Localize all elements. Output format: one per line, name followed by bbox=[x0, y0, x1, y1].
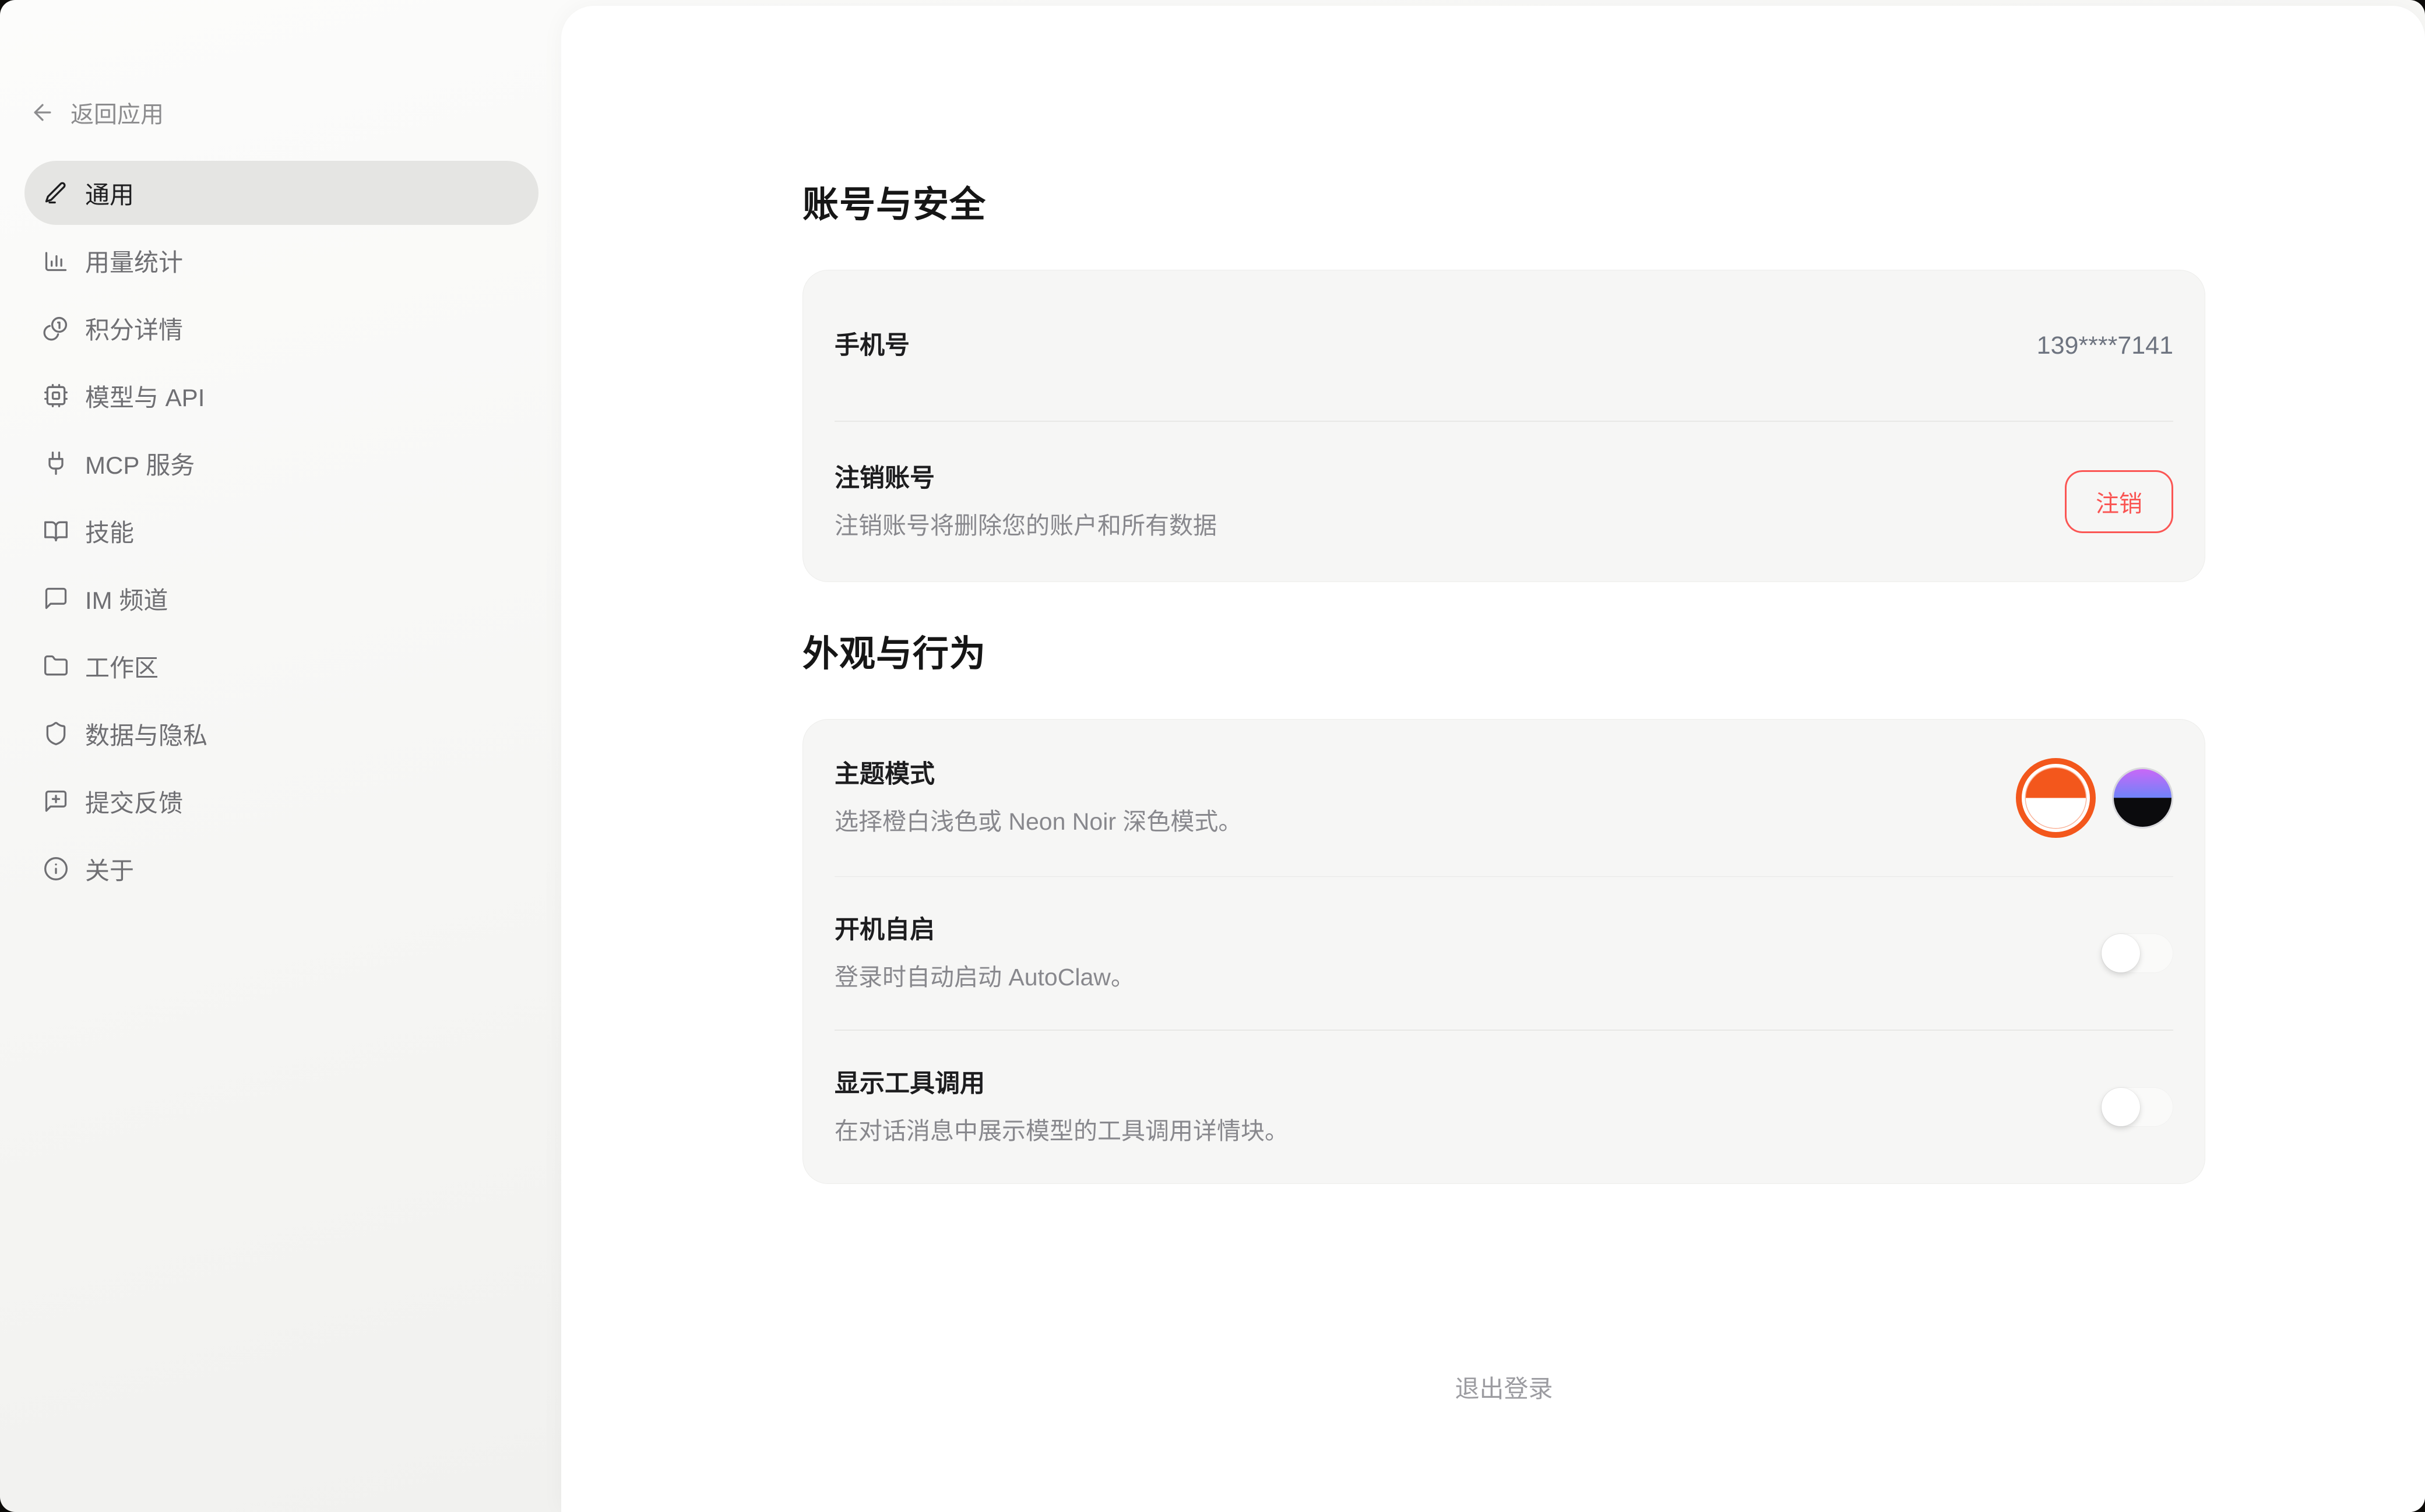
theme-neon-noir-swatch[interactable] bbox=[2112, 767, 2173, 829]
autostart-desc: 登录时自动启动 AutoClaw。 bbox=[835, 963, 1135, 991]
sidebar-item-im-channels[interactable]: IM 频道 bbox=[24, 566, 539, 630]
toggle-knob bbox=[2102, 1088, 2140, 1126]
coins-icon bbox=[43, 315, 69, 341]
autostart-title: 开机自启 bbox=[835, 915, 1135, 944]
toggle-knob bbox=[2102, 934, 2140, 972]
account-security-card: 手机号 139****7141 注销账号 注销账号将删除您的账户和所有数据 注销 bbox=[803, 270, 2205, 582]
phone-number-row: 手机号 139****7141 bbox=[803, 270, 2205, 421]
back-to-app-label: 返回应用 bbox=[71, 96, 164, 129]
sidebar-item-label: 提交反馈 bbox=[85, 784, 183, 819]
theme-mode-desc: 选择橙白浅色或 Neon Noir 深色模式。 bbox=[835, 808, 1242, 836]
sidebar-item-label: 技能 bbox=[85, 513, 134, 549]
sidebar-item-feedback[interactable]: 提交反馈 bbox=[24, 769, 539, 833]
sidebar-item-label: IM 频道 bbox=[85, 581, 168, 616]
sidebar-item-label: 关于 bbox=[85, 851, 134, 887]
autostart-toggle[interactable] bbox=[2101, 933, 2173, 973]
delete-account-title: 注销账号 bbox=[835, 464, 1217, 493]
sidebar-item-credits[interactable]: 积分详情 bbox=[24, 296, 539, 360]
sidebar-item-data-privacy[interactable]: 数据与隐私 bbox=[24, 702, 539, 766]
sidebar-item-label: 工作区 bbox=[85, 648, 159, 684]
delete-account-desc: 注销账号将删除您的账户和所有数据 bbox=[835, 512, 1217, 540]
phone-number-label: 手机号 bbox=[835, 331, 910, 360]
sidebar-item-models-api[interactable]: 模型与 API bbox=[24, 364, 539, 428]
theme-light-orange-swatch[interactable] bbox=[2016, 758, 2096, 838]
theme-light-orange-swatch-inner bbox=[2026, 768, 2086, 828]
theme-mode-row: 主题模式 选择橙白浅色或 Neon Noir 深色模式。 bbox=[803, 720, 2205, 876]
shield-icon bbox=[43, 721, 69, 746]
folder-icon bbox=[43, 653, 69, 679]
sidebar-item-label: 用量统计 bbox=[85, 243, 183, 279]
sidebar-item-workspace[interactable]: 工作区 bbox=[24, 634, 539, 698]
sidebar-item-skills[interactable]: 技能 bbox=[24, 499, 539, 563]
section-title-appearance-behavior: 外观与行为 bbox=[803, 633, 2205, 675]
sidebar-nav: 通用 用量统计 积分详情 模型与 API MCP 服务 技能 bbox=[24, 161, 539, 904]
message-square-plus-icon bbox=[43, 788, 69, 814]
sidebar-item-about[interactable]: 关于 bbox=[24, 837, 539, 901]
theme-mode-title: 主题模式 bbox=[835, 760, 1242, 789]
appearance-behavior-card: 主题模式 选择橙白浅色或 Neon Noir 深色模式。 开机自启 登录时自动 bbox=[803, 719, 2205, 1184]
show-tool-calls-row: 显示工具调用 在对话消息中展示模型的工具调用详情块。 bbox=[803, 1031, 2205, 1183]
arrow-left-icon bbox=[30, 100, 55, 125]
sidebar-item-label: 通用 bbox=[85, 175, 134, 211]
sidebar-item-label: 数据与隐私 bbox=[85, 716, 207, 752]
sidebar-item-general[interactable]: 通用 bbox=[24, 161, 539, 225]
plug-icon bbox=[43, 450, 69, 476]
delete-account-row: 注销账号 注销账号将删除您的账户和所有数据 注销 bbox=[803, 422, 2205, 581]
sidebar: 返回应用 通用 用量统计 积分详情 模型与 API MCP 服务 bbox=[0, 0, 561, 1512]
info-icon bbox=[43, 856, 69, 882]
sidebar-item-mcp-services[interactable]: MCP 服务 bbox=[24, 431, 539, 495]
delete-account-button[interactable]: 注销 bbox=[2065, 470, 2173, 533]
phone-number-value: 139****7141 bbox=[2037, 332, 2173, 360]
show-tool-calls-toggle[interactable] bbox=[2101, 1087, 2173, 1127]
logout-button[interactable]: 退出登录 bbox=[803, 1369, 2205, 1405]
sidebar-item-usage-stats[interactable]: 用量统计 bbox=[24, 228, 539, 292]
sidebar-item-label: 积分详情 bbox=[85, 311, 183, 346]
section-title-account-security: 账号与安全 bbox=[803, 184, 2205, 225]
sidebar-item-label: 模型与 API bbox=[85, 378, 205, 414]
cpu-icon bbox=[43, 383, 69, 408]
book-open-icon bbox=[43, 518, 69, 544]
back-to-app-button[interactable]: 返回应用 bbox=[30, 96, 164, 129]
settings-window: 返回应用 通用 用量统计 积分详情 模型与 API MCP 服务 bbox=[0, 0, 2425, 1512]
bar-chart-icon bbox=[43, 248, 69, 273]
theme-swatches bbox=[2016, 758, 2173, 838]
sidebar-item-label: MCP 服务 bbox=[85, 446, 195, 481]
message-square-icon bbox=[43, 586, 69, 611]
show-tool-calls-desc: 在对话消息中展示模型的工具调用详情块。 bbox=[835, 1117, 1289, 1145]
pencil-icon bbox=[43, 180, 69, 206]
autostart-row: 开机自启 登录时自动启动 AutoClaw。 bbox=[803, 877, 2205, 1030]
settings-main-panel: 账号与安全 手机号 139****7141 注销账号 注销账号将删除您的账户和所… bbox=[561, 6, 2425, 1512]
show-tool-calls-title: 显示工具调用 bbox=[835, 1069, 1289, 1098]
